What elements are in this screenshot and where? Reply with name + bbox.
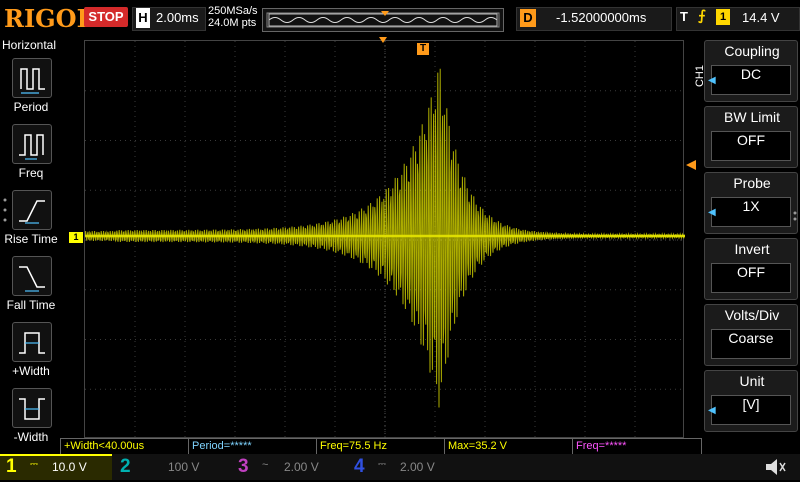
acquisition-info: 250MSa/s 24.0M pts <box>208 5 258 29</box>
dc-coupling-icon: ⎓ <box>378 459 386 470</box>
measurement-freq-2[interactable]: Freq=***** <box>572 438 702 454</box>
select-arrow-icon: ◀ <box>708 207 716 218</box>
volts-div-value: Coarse <box>711 329 791 359</box>
pos-width-icon <box>12 322 52 362</box>
probe-title: Probe <box>733 175 771 191</box>
delay-label: D <box>520 9 536 27</box>
volts-div-title: Volts/Div <box>724 307 780 323</box>
channel-1-scale: 10.0 V <box>52 460 87 474</box>
fall-time-icon <box>12 256 52 296</box>
trigger-level: 14.4 V <box>742 10 780 25</box>
measure-freq-button[interactable]: Freq <box>0 124 62 190</box>
measure-period-button[interactable]: Period <box>0 58 62 124</box>
channel-1-marker[interactable]: 1 <box>69 232 83 243</box>
fall-time-label: Fall Time <box>6 298 56 312</box>
page-indicator-icon <box>792 206 798 221</box>
invert-softkey[interactable]: Invert OFF <box>704 238 798 300</box>
trigger-box[interactable] <box>676 7 800 31</box>
coupling-title: Coupling <box>724 43 780 59</box>
rising-edge-icon: ⨍ <box>698 8 706 24</box>
speaker-mute-icon[interactable] <box>762 456 788 478</box>
measure-menu: Period Freq Rise Time Fall Time +Width -… <box>0 36 62 456</box>
waveform-display[interactable] <box>84 40 685 439</box>
measurement-period[interactable]: Period=***** <box>188 438 316 454</box>
brand-logo: RIGOL <box>4 4 94 33</box>
trigger-label: T <box>680 9 688 24</box>
probe-softkey[interactable]: Probe 1X ◀ <box>704 172 798 234</box>
freq-icon <box>12 124 52 164</box>
channel-1-number: 1 <box>6 456 17 477</box>
invert-value: OFF <box>711 263 791 293</box>
select-arrow-icon: ◀ <box>708 405 716 416</box>
trigger-position-marker[interactable]: T <box>417 43 429 55</box>
overview-waveform-icon <box>266 11 500 28</box>
channel-2-number: 2 <box>120 456 131 477</box>
coupling-softkey[interactable]: Coupling DC ◀ <box>704 40 798 102</box>
trigger-level-marker[interactable] <box>686 160 696 170</box>
run-stop-status[interactable]: STOP <box>84 7 128 27</box>
channel-2-scale: 100 V <box>168 460 200 474</box>
probe-value: 1X <box>711 197 791 227</box>
freq-label: Freq <box>18 166 44 180</box>
period-icon <box>12 58 52 98</box>
measurement-pos-width[interactable]: +Width<40.00us <box>60 438 188 454</box>
measure-neg-width-button[interactable]: -Width <box>0 388 62 454</box>
unit-title: Unit <box>739 373 765 389</box>
neg-width-icon <box>12 388 52 428</box>
channel-3-scale: 2.00 V <box>284 460 319 474</box>
measure-rise-time-button[interactable]: Rise Time <box>0 190 62 256</box>
measurement-freq[interactable]: Freq=75.5 Hz <box>316 438 444 454</box>
bw-limit-softkey[interactable]: BW Limit OFF <box>704 106 798 168</box>
dc-coupling-icon: ⎓ <box>30 459 38 470</box>
left-page-indicator-icon <box>2 196 8 226</box>
volts-div-softkey[interactable]: Volts/Div Coarse <box>704 304 798 366</box>
measurement-max[interactable]: Max=35.2 V <box>444 438 572 454</box>
pos-width-label: +Width <box>12 364 50 378</box>
channel-4-number: 4 <box>354 456 365 477</box>
invert-title: Invert <box>734 241 770 257</box>
rise-time-icon <box>12 190 52 230</box>
memory-depth: 24.0M pts <box>208 17 257 29</box>
rise-time-label: Rise Time <box>4 232 58 246</box>
unit-value: [V] <box>711 395 791 425</box>
waveform-overview[interactable] <box>262 8 504 32</box>
horizontal-center-marker <box>379 37 387 43</box>
ac-coupling-icon: ~ <box>262 459 269 471</box>
channel-4-scale: 2.00 V <box>400 460 435 474</box>
horizontal-label: H <box>136 8 150 28</box>
delay-value: -1.52000000ms <box>556 10 647 25</box>
period-label: Period <box>13 100 49 114</box>
select-arrow-icon: ◀ <box>708 75 716 86</box>
measure-pos-width-button[interactable]: +Width <box>0 322 62 388</box>
coupling-value: DC <box>711 65 791 95</box>
trigger-channel: 1 <box>716 9 730 25</box>
bw-limit-value: OFF <box>711 131 791 161</box>
bw-limit-title: BW Limit <box>724 109 780 125</box>
neg-width-label: -Width <box>13 430 49 444</box>
graticule-and-trace <box>84 41 685 439</box>
channel-3-number: 3 <box>238 456 249 477</box>
unit-softkey[interactable]: Unit [V] ◀ <box>704 370 798 432</box>
timebase-value: 2.00ms <box>156 10 199 25</box>
measure-fall-time-button[interactable]: Fall Time <box>0 256 62 322</box>
sample-rate: 250MSa/s <box>208 5 258 17</box>
